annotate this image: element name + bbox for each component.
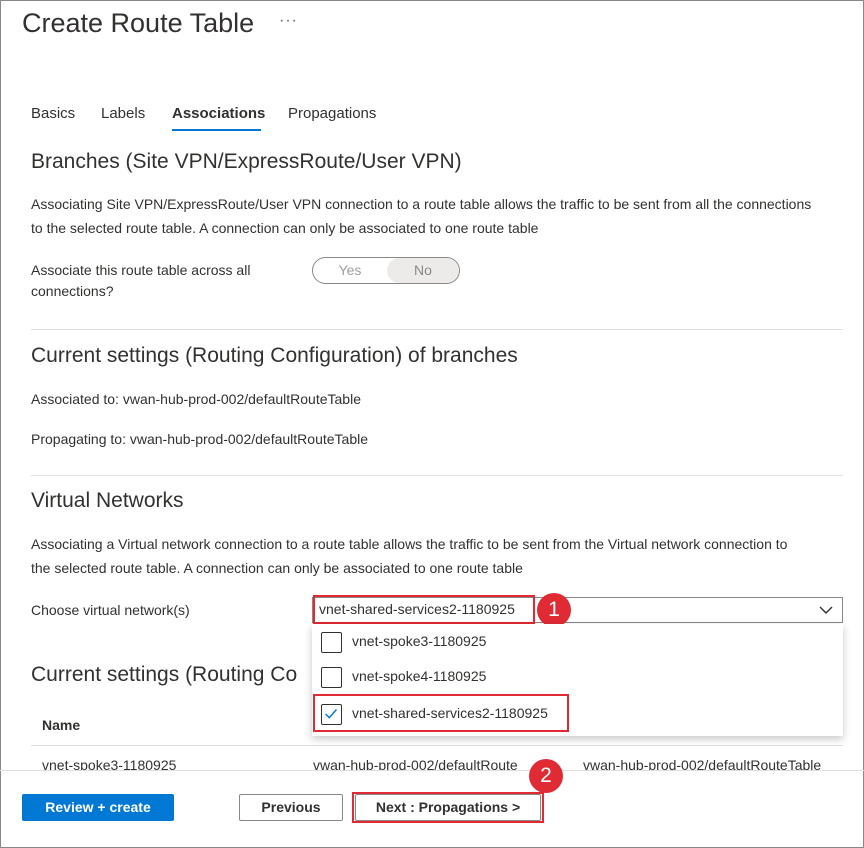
branches-description-line-1: Associating Site VPN/ExpressRoute/User V…	[31, 196, 812, 212]
associate-all-label: Associate this route table across all co…	[31, 260, 291, 302]
active-tab-indicator	[172, 129, 261, 131]
section-divider	[31, 329, 843, 330]
virtual-networks-description-line-1: Associating a Virtual network connection…	[31, 536, 788, 552]
branches-description: Associating Site VPN/ExpressRoute/User V…	[31, 192, 851, 240]
branch-propagating-text: Propagating to: vwan-hub-prod-002/defaul…	[31, 431, 369, 447]
vnet-option-label: vnet-spoke4-1180925	[352, 668, 487, 684]
vnet-option-spoke3[interactable]: vnet-spoke3-1180925	[312, 624, 843, 660]
chevron-down-icon[interactable]	[818, 602, 834, 618]
choose-vnet-label: Choose virtual network(s)	[31, 602, 190, 618]
annotation-badge-1: 1	[537, 593, 571, 627]
tab-basics[interactable]: Basics	[31, 105, 75, 122]
tab-propagations[interactable]: Propagations	[288, 105, 376, 122]
associate-all-label-line-1: Associate this route table across all	[31, 262, 251, 278]
branch-associated-text: Associated to: vwan-hub-prod-002/default…	[31, 391, 361, 407]
branches-heading: Branches (Site VPN/ExpressRoute/User VPN…	[31, 150, 462, 173]
branch-settings-heading: Current settings (Routing Configuration)…	[31, 344, 518, 367]
associate-all-toggle[interactable]: Yes No	[312, 257, 460, 284]
tab-labels[interactable]: Labels	[101, 105, 145, 122]
toggle-yes-option[interactable]: Yes	[313, 258, 387, 283]
associate-all-label-line-2: connections?	[31, 283, 114, 299]
highlight-checked-option	[313, 694, 569, 732]
branches-description-line-2: to the selected route table. A connectio…	[31, 220, 539, 236]
virtual-networks-heading: Virtual Networks	[31, 489, 184, 512]
section-divider	[31, 475, 843, 476]
vnet-option-label: vnet-spoke3-1180925	[352, 633, 487, 649]
page-title: Create Route Table	[22, 8, 255, 38]
column-header-name: Name	[42, 717, 81, 733]
vnet-settings-heading: Current settings (Routing Co	[31, 663, 298, 686]
highlight-next-button	[352, 792, 544, 823]
review-create-button[interactable]: Review + create	[22, 794, 174, 821]
table-header-divider	[31, 745, 843, 746]
checkbox[interactable]	[321, 667, 342, 688]
annotation-badge-2: 2	[529, 759, 563, 793]
virtual-networks-description: Associating a Virtual network connection…	[31, 532, 851, 580]
virtual-networks-description-line-2: the selected route table. A connection c…	[31, 560, 523, 576]
checkbox[interactable]	[321, 632, 342, 653]
toggle-no-option[interactable]: No	[387, 258, 459, 283]
highlight-selected-value	[313, 595, 535, 624]
tab-associations[interactable]: Associations	[172, 105, 265, 122]
previous-button[interactable]: Previous	[239, 794, 343, 821]
vnet-option-spoke4[interactable]: vnet-spoke4-1180925	[312, 659, 843, 695]
more-options-icon[interactable]: ···	[279, 12, 298, 30]
